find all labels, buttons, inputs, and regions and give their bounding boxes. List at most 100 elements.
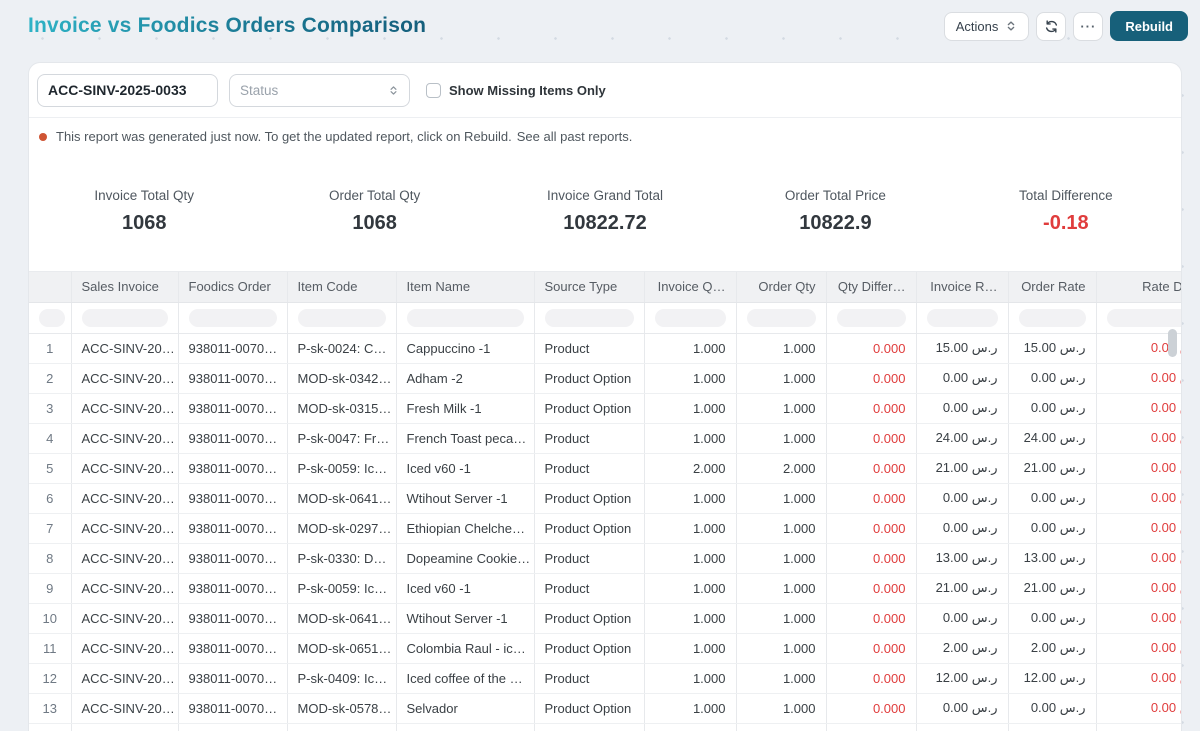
actions-dropdown-button[interactable]: Actions xyxy=(944,12,1030,41)
table-cell: ACC-SINV-20… xyxy=(71,693,178,723)
column-header[interactable]: Item Name xyxy=(396,272,534,302)
table-cell: ACC-SINV-20… xyxy=(71,483,178,513)
table-cell: ACC-SINV-20… xyxy=(71,603,178,633)
column-filter-input[interactable] xyxy=(927,309,998,327)
table-cell: 0.000 xyxy=(826,393,916,423)
table-cell: P-sk-0059: Ic… xyxy=(287,453,396,483)
table-cell: ACC-SINV-20… xyxy=(71,633,178,663)
column-filter-input[interactable] xyxy=(1107,309,1182,327)
table-row[interactable]: 10ACC-SINV-20…938011-0070…MOD-sk-0641…Wt… xyxy=(29,603,1181,633)
table-cell: 5 xyxy=(29,453,71,483)
column-header[interactable]: Order Qty xyxy=(736,272,826,302)
rebuild-button-label: Rebuild xyxy=(1125,19,1173,34)
table-row[interactable]: 2ACC-SINV-20…938011-0070…MOD-sk-0342…Adh… xyxy=(29,363,1181,393)
table-cell: 21.00 ر.س xyxy=(1008,453,1096,483)
table-cell xyxy=(1008,723,1096,731)
table-cell: 2.00 ر.س xyxy=(1008,633,1096,663)
column-filter-input[interactable] xyxy=(298,309,386,327)
table-cell: 0.000 xyxy=(826,573,916,603)
column-header[interactable]: Invoice Q… xyxy=(644,272,736,302)
table-cell: 0.000 xyxy=(826,453,916,483)
table-cell xyxy=(826,723,916,731)
table-cell: 6 xyxy=(29,483,71,513)
alert-dot-icon xyxy=(39,133,47,141)
column-filter-input[interactable] xyxy=(189,309,277,327)
table-row[interactable]: 11ACC-SINV-20…938011-0070…MOD-sk-0651…Co… xyxy=(29,633,1181,663)
table-cell: Iced v60 -1 xyxy=(396,573,534,603)
rebuild-button[interactable]: Rebuild xyxy=(1110,11,1188,41)
menu-ellipsis-button[interactable]: ··· xyxy=(1073,12,1103,41)
sales-invoice-filter-input[interactable] xyxy=(37,74,218,107)
stat-value: 10822.72 xyxy=(490,212,720,235)
table-cell: Dopeamine Cookie… xyxy=(396,543,534,573)
table-cell: 1.000 xyxy=(736,483,826,513)
summary-stats: Invoice Total Qty 1068 Order Total Qty 1… xyxy=(29,155,1181,271)
table-cell: 1.000 xyxy=(644,633,736,663)
report-card: Status Show Missing Items Only This repo… xyxy=(28,62,1182,731)
table-cell xyxy=(1096,723,1181,731)
table-cell: 2.000 xyxy=(644,453,736,483)
table-cell: 0.000 xyxy=(826,363,916,393)
table-cell: P-sk-0047: Fr… xyxy=(287,423,396,453)
column-header[interactable]: Invoice R… xyxy=(916,272,1008,302)
table-row[interactable]: 6ACC-SINV-20…938011-0070…MOD-sk-0641…Wti… xyxy=(29,483,1181,513)
table-cell: ACC-SINV-20… xyxy=(71,663,178,693)
table-cell: 0.000 xyxy=(826,603,916,633)
table-cell: 15.00 ر.س xyxy=(1008,333,1096,363)
column-filter-input[interactable] xyxy=(747,309,816,327)
table-row[interactable]: 3ACC-SINV-20…938011-0070…MOD-sk-0315…Fre… xyxy=(29,393,1181,423)
column-filter-input[interactable] xyxy=(837,309,906,327)
column-header[interactable]: Order Rate xyxy=(1008,272,1096,302)
table-cell: 938011-0070… xyxy=(178,633,287,663)
table-cell: 1.000 xyxy=(644,603,736,633)
column-header[interactable]: Qty Differ… xyxy=(826,272,916,302)
table-cell: 0.00 ر.س xyxy=(1008,603,1096,633)
status-filter-select[interactable]: Status xyxy=(229,74,410,107)
alert-text: This report was generated just now. To g… xyxy=(56,129,512,144)
column-filter-input[interactable] xyxy=(655,309,726,327)
table-cell: Product xyxy=(534,333,644,363)
table-row[interactable]: 9ACC-SINV-20…938011-0070…P-sk-0059: Ic…I… xyxy=(29,573,1181,603)
table-cell xyxy=(287,723,396,731)
table-cell: 1.000 xyxy=(736,573,826,603)
column-header[interactable] xyxy=(29,272,71,302)
column-filter-input[interactable] xyxy=(1019,309,1086,327)
table-cell: 8 xyxy=(29,543,71,573)
column-header[interactable]: Rate Diff… xyxy=(1096,272,1181,302)
column-header[interactable]: Sales Invoice xyxy=(71,272,178,302)
table-cell: MOD-sk-0297… xyxy=(287,513,396,543)
column-header[interactable]: Item Code xyxy=(287,272,396,302)
table-cell: 11 xyxy=(29,633,71,663)
table-cell: 1.000 xyxy=(736,663,826,693)
table-cell: 1.000 xyxy=(736,693,826,723)
column-filter-input[interactable] xyxy=(545,309,634,327)
table-cell: Wtihout Server -1 xyxy=(396,603,534,633)
table-row[interactable]: 12ACC-SINV-20…938011-0070…P-sk-0409: Ic…… xyxy=(29,663,1181,693)
table-cell: Iced coffee of the … xyxy=(396,663,534,693)
table-cell: 938011-0070… xyxy=(178,513,287,543)
table-cell: ACC-SINV-20… xyxy=(71,363,178,393)
column-filter-input[interactable] xyxy=(39,309,65,327)
column-filter-input[interactable] xyxy=(82,309,168,327)
table-cell: 1.000 xyxy=(644,573,736,603)
past-reports-link[interactable]: See all past reports. xyxy=(517,129,633,144)
filter-bar: Status Show Missing Items Only xyxy=(29,63,1181,118)
vertical-scrollbar-thumb[interactable] xyxy=(1168,329,1177,357)
table-row[interactable]: 4ACC-SINV-20…938011-0070…P-sk-0047: Fr…F… xyxy=(29,423,1181,453)
table-cell: Adham -2 xyxy=(396,363,534,393)
table-cell: 9 xyxy=(29,573,71,603)
stat-value: 1068 xyxy=(29,212,259,235)
column-filter-input[interactable] xyxy=(407,309,524,327)
table-row[interactable]: 5ACC-SINV-20…938011-0070…P-sk-0059: Ic…I… xyxy=(29,453,1181,483)
column-header[interactable]: Foodics Order xyxy=(178,272,287,302)
table-cell: Product Option xyxy=(534,603,644,633)
stat-value: -0.18 xyxy=(951,212,1181,235)
refresh-button[interactable] xyxy=(1036,12,1066,41)
table-row[interactable]: 8ACC-SINV-20…938011-0070…P-sk-0330: D…Do… xyxy=(29,543,1181,573)
table-row[interactable]: 1ACC-SINV-20…938011-0070…P-sk-0024: C…Ca… xyxy=(29,333,1181,363)
column-header[interactable]: Source Type xyxy=(534,272,644,302)
table-cell: 0.00 ر.س xyxy=(1008,513,1096,543)
show-missing-items-checkbox[interactable] xyxy=(426,83,441,98)
table-row[interactable]: 7ACC-SINV-20…938011-0070…MOD-sk-0297…Eth… xyxy=(29,513,1181,543)
table-row[interactable]: 13ACC-SINV-20…938011-0070…MOD-sk-0578…Se… xyxy=(29,693,1181,723)
